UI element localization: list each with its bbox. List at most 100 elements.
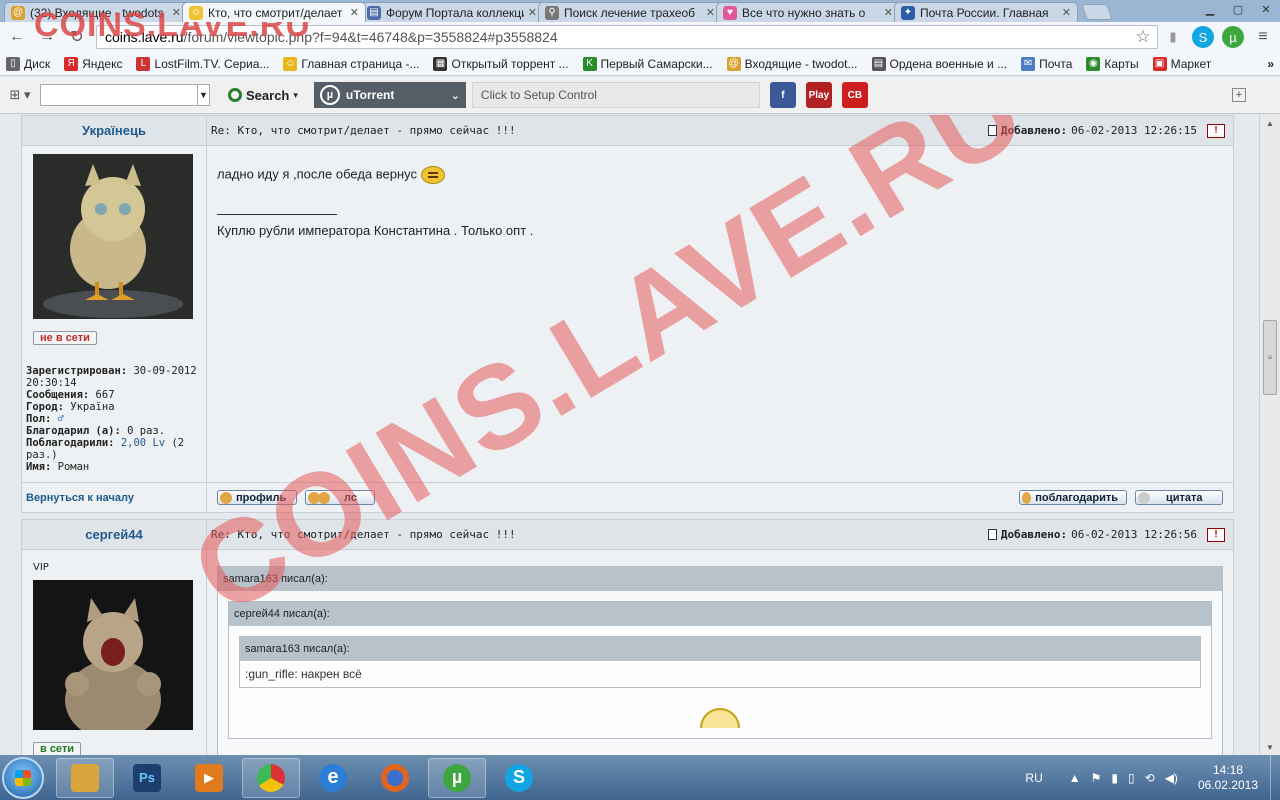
bookmark-label: Карты	[1104, 56, 1139, 71]
bookmark-label: Открытый торрент ...	[451, 56, 569, 71]
maximize-icon[interactable]: ▢	[1224, 0, 1252, 18]
flag-icon[interactable]: ⚑	[1091, 771, 1102, 785]
forum-post: Українець Re: Кто, что смотрит/делает - …	[21, 115, 1234, 513]
toolbar-search-input[interactable]	[40, 84, 198, 106]
network-icon[interactable]: ▮	[1111, 771, 1118, 785]
post-link-icon[interactable]	[987, 529, 997, 540]
close-icon[interactable]: ✕	[706, 6, 715, 19]
back-button[interactable]: ←	[6, 26, 28, 48]
start-button[interactable]	[2, 756, 44, 799]
tab-forum-topic[interactable]: ☺ Кто, что смотрит/делает ✕	[182, 2, 366, 22]
bookmark-disk[interactable]: ▯ Диск	[6, 56, 50, 71]
minimize-icon[interactable]: ▁	[1196, 0, 1224, 18]
clock[interactable]: 14:18 06.02.2013	[1198, 763, 1258, 793]
scroll-down-arrow-icon[interactable]: ▼	[1260, 739, 1280, 755]
scroll-thumb[interactable]: ≡	[1263, 320, 1277, 395]
taskbar-explorer[interactable]	[56, 757, 114, 798]
city-line: Город: Україна	[26, 401, 115, 413]
address-bar[interactable]: coins.lave.ru/forum/viewtopic.php?f=94&t…	[96, 25, 1158, 49]
media-player-icon: ▶	[195, 763, 223, 792]
post-subject[interactable]: Re: Кто, что смотрит/делает - прямо сейч…	[207, 520, 988, 549]
taskbar-photoshop[interactable]: Ps	[118, 758, 176, 798]
close-icon[interactable]: ✕	[884, 6, 893, 19]
add-toolbar-button[interactable]: ⊞ ▾	[6, 86, 34, 104]
taskbar-ie[interactable]: e	[304, 758, 362, 798]
post-author[interactable]: сергей44	[22, 520, 207, 549]
new-tab-button[interactable]	[1081, 4, 1113, 20]
skype-icon[interactable]: S	[1192, 26, 1214, 48]
added-label: Добавлено:	[1000, 124, 1068, 137]
quote-button[interactable]: цитата	[1135, 490, 1223, 505]
utorrent-toolbar[interactable]: µ uTorrent ⌄	[313, 82, 466, 108]
bookmark-yandex[interactable]: Я Яндекс	[64, 56, 122, 71]
setup-control-field[interactable]: Click to Setup Control	[471, 82, 760, 108]
facebook-icon[interactable]: f	[769, 82, 796, 108]
close-icon[interactable]: ✕	[350, 6, 359, 19]
scroll-up-arrow-icon[interactable]: ▲	[1260, 115, 1280, 131]
thanks-amount-link[interactable]: 2,00 Lv	[121, 437, 165, 449]
cb-icon[interactable]: CB	[841, 82, 868, 108]
bookmark-samara[interactable]: K Первый Самарски...	[582, 56, 713, 71]
close-icon[interactable]: ✕	[172, 6, 181, 19]
page-scrollbar[interactable]: ▲ ≡ ▼	[1259, 115, 1280, 755]
back-to-top-link[interactable]: Вернуться к началу	[22, 483, 207, 512]
pm-button[interactable]: лс	[305, 490, 375, 505]
post-subject[interactable]: Re: Кто, что смотрит/делает - прямо сейч…	[207, 116, 988, 145]
show-desktop-button[interactable]	[1270, 755, 1280, 800]
taskbar-chrome[interactable]	[242, 757, 300, 798]
bookmark-inbox[interactable]: @ Входящие - twodot...	[726, 56, 858, 71]
bookmark-mail[interactable]: ✉ Почта	[1021, 56, 1072, 71]
post-author[interactable]: Українець	[22, 116, 207, 145]
profile-button[interactable]: профиль	[217, 490, 297, 505]
bookmark-lostfilm[interactable]: L LostFilm.TV. Сериа...	[136, 56, 269, 71]
forward-button[interactable]: →	[36, 26, 58, 48]
tab-search[interactable]: ⚲ Поиск лечение трахеоб ✕	[538, 2, 722, 22]
reload-button[interactable]: ↻	[66, 26, 88, 48]
report-icon[interactable]: !	[1207, 123, 1225, 138]
bookmark-torrent[interactable]: ▦ Открытый торрент ...	[433, 56, 569, 71]
tab-forum-portal[interactable]: ▤ Форум Портала коллекци ✕	[360, 2, 544, 22]
close-icon[interactable]: ✕	[528, 6, 537, 19]
bookmarks-overflow-button[interactable]: »	[1267, 57, 1274, 71]
url-host: coins.lave.ru	[105, 29, 184, 45]
chevron-down-icon[interactable]: ▼	[198, 84, 210, 106]
bookmark-main-page[interactable]: ☺ Главная страница -...	[283, 56, 419, 71]
taskbar-media-player[interactable]: ▶	[180, 758, 238, 798]
device-icon[interactable]: ▯	[1128, 771, 1135, 785]
language-indicator[interactable]: RU	[1025, 771, 1042, 785]
tab-article[interactable]: ♥ Все что нужно знать о ✕	[716, 2, 900, 22]
k-icon: K	[582, 56, 597, 71]
page-viewport: Українець Re: Кто, что смотрит/делает - …	[0, 115, 1259, 755]
menu-icon[interactable]: ≡	[1252, 26, 1274, 48]
tab-post-russia[interactable]: ✦ Почта России. Главная ✕	[894, 2, 1078, 22]
sync-icon[interactable]: ⟲	[1145, 771, 1155, 785]
post-link-icon[interactable]	[987, 125, 997, 136]
bookmark-market[interactable]: ▣ Маркет	[1152, 56, 1211, 71]
close-window-icon[interactable]: ✕	[1252, 0, 1280, 18]
expand-toolbar-icon[interactable]: +	[1232, 88, 1246, 102]
utorrent-label: uTorrent	[345, 88, 395, 102]
taskbar-firefox[interactable]	[366, 758, 424, 798]
signal-icon[interactable]: ▮	[1162, 26, 1184, 48]
tab-inbox[interactable]: @ (32) Входящие - twodots ✕	[4, 2, 188, 22]
toolbar-search-button[interactable]: Search ▾	[228, 88, 298, 103]
smiley-icon	[700, 708, 740, 728]
volume-icon[interactable]: ◀)	[1165, 771, 1178, 785]
taskbar-utorrent[interactable]: µ	[428, 757, 486, 798]
utorrent-icon[interactable]: µ	[1222, 26, 1244, 48]
bookmark-orders[interactable]: ▤ Ордена военные и ...	[871, 56, 1007, 71]
was-thanked-line: Поблагодарили: 2,00 Lv (2 раз.)	[26, 437, 185, 461]
bookmark-star-icon[interactable]: ☆	[1132, 27, 1154, 47]
taskbar-skype[interactable]: S	[490, 758, 548, 798]
bookmark-label: Первый Самарски...	[600, 56, 713, 71]
thank-button[interactable]: поблагодарить	[1019, 490, 1127, 505]
page-icon: ▤	[871, 56, 886, 71]
avatar[interactable]	[33, 154, 193, 319]
avatar[interactable]	[33, 580, 193, 730]
window-controls: ▁ ▢ ✕	[1196, 0, 1280, 18]
play-vids-icon[interactable]: Play	[805, 82, 832, 108]
close-icon[interactable]: ✕	[1062, 6, 1071, 19]
report-icon[interactable]: !	[1207, 527, 1225, 542]
show-hidden-icons-icon[interactable]: ▲	[1069, 771, 1081, 785]
bookmark-maps[interactable]: ◉ Карты	[1086, 56, 1139, 71]
